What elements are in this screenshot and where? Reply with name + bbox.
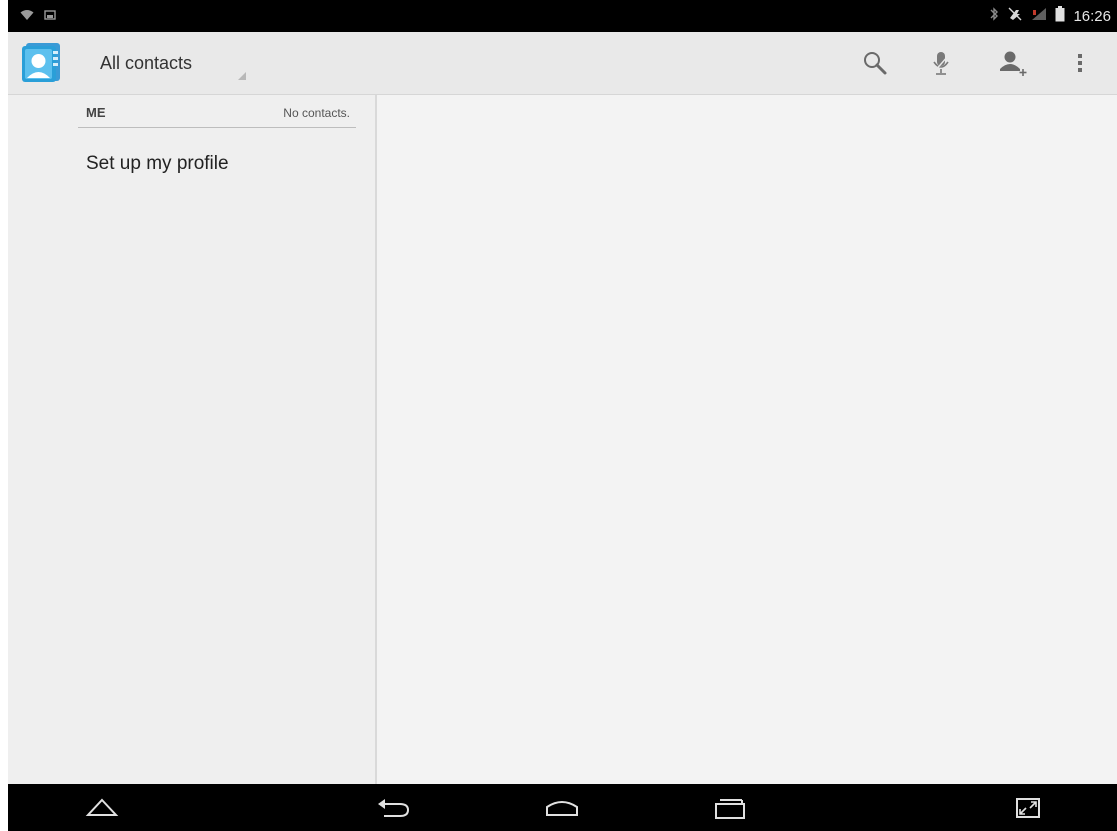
add-contact-icon[interactable] [998,48,1028,78]
status-bar: 16:26 [8,0,1117,32]
contacts-screen: 16:26 All contacts ME No contacts. Set u… [0,0,1117,831]
filter-label: All contacts [100,53,193,73]
compatibility-zoom-icon[interactable] [1004,792,1052,824]
home-icon[interactable] [538,792,586,824]
navigation-bar [8,784,1117,831]
mute-icon [1007,6,1023,27]
contacts-list-pane: ME No contacts. Set up my profile [8,95,375,784]
up-icon[interactable] [78,792,126,824]
back-icon[interactable] [370,792,418,824]
search-icon[interactable] [860,48,890,78]
recent-apps-icon[interactable] [706,792,754,824]
me-section-header: ME No contacts. [78,99,356,128]
system-icons: 16:26 [989,4,1111,28]
contacts-count: No contacts. [283,106,350,120]
screenshot-notification-icon [44,8,56,26]
overflow-menu-icon[interactable] [1065,48,1095,78]
set-up-profile-item[interactable]: Set up my profile [8,131,375,203]
contacts-filter-spinner[interactable]: All contacts [100,50,246,80]
signal-icon [1031,7,1047,26]
screen-edge [0,0,8,831]
clock: 16:26 [1073,7,1111,25]
contact-detail-pane [377,95,1117,784]
voice-search-icon[interactable] [926,48,956,78]
spinner-indicator [238,72,246,80]
contacts-app-icon[interactable] [22,42,62,84]
profile-label: Set up my profile [86,153,229,174]
notification-icons [20,8,56,26]
wifi-icon [20,8,34,26]
action-bar: All contacts [8,32,1117,95]
bluetooth-icon [989,6,999,27]
battery-icon [1055,5,1065,27]
section-title: ME [86,105,106,120]
